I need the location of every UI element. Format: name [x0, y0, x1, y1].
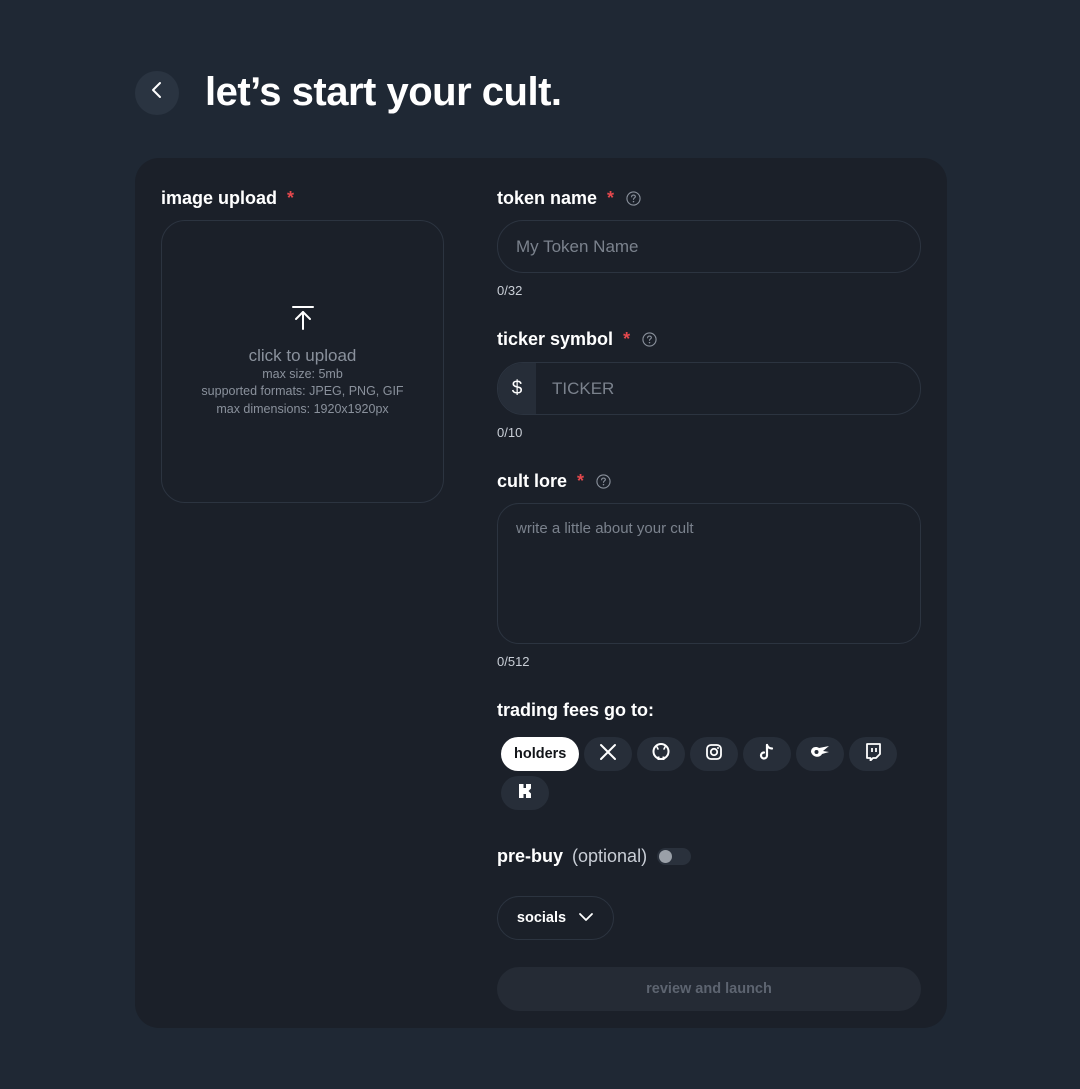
lore-section: cult lore *: [497, 471, 921, 492]
prebuy-label: pre-buy: [497, 846, 564, 866]
token-name-section: token name *: [497, 188, 921, 209]
fee-option-twitch[interactable]: [849, 737, 898, 771]
token-name-wrapper: [497, 220, 921, 273]
ticker-label: ticker symbol *: [497, 329, 921, 350]
fee-option-kick[interactable]: [501, 776, 549, 810]
header: let’s start your cult.: [135, 70, 562, 115]
image-upload-dropzone[interactable]: click to upload max size: 5mb supported …: [161, 220, 444, 503]
instagram-icon: [705, 743, 723, 766]
kick-icon: [517, 783, 533, 804]
prebuy-section: pre-buy (optional): [497, 846, 921, 867]
dollar-prefix: $: [498, 363, 536, 414]
lore-textarea[interactable]: [497, 503, 921, 644]
help-icon[interactable]: [596, 474, 611, 489]
chevron-left-icon: [150, 81, 164, 104]
ticker-section: ticker symbol *: [497, 329, 921, 350]
upload-main-text: click to upload: [248, 345, 357, 365]
fee-option-wings[interactable]: [796, 737, 845, 771]
socials-dropdown-button[interactable]: socials: [497, 896, 614, 940]
ticker-wrapper: $: [497, 362, 921, 415]
lore-counter: 0/512: [497, 654, 530, 669]
upload-dimensions: max dimensions: 1920x1920px: [216, 401, 389, 416]
required-mark: *: [577, 471, 585, 491]
image-upload-label: image upload *: [161, 188, 294, 209]
lore-label-text: cult lore: [497, 471, 568, 491]
help-icon[interactable]: [642, 332, 657, 347]
required-mark: *: [623, 329, 631, 349]
required-mark: *: [607, 188, 615, 208]
wings-icon: [809, 744, 831, 765]
ticker-input[interactable]: [536, 363, 920, 414]
toggle-knob: [659, 850, 673, 863]
launch-wrapper: review and launch: [497, 967, 921, 1011]
github-icon: [651, 742, 671, 767]
prebuy-row: pre-buy (optional): [497, 846, 921, 867]
page-title: let’s start your cult.: [205, 70, 562, 114]
tiktok-icon: [759, 743, 775, 766]
lore-label: cult lore *: [497, 471, 921, 492]
fees-section: trading fees go to:: [497, 700, 921, 721]
socials-label: socials: [516, 910, 567, 926]
fees-label: trading fees go to:: [497, 700, 654, 720]
upload-icon: [291, 305, 315, 336]
prebuy-optional: (optional): [572, 846, 648, 866]
fee-option-instagram[interactable]: [690, 737, 739, 771]
upload-max-size: max size: 5mb: [262, 366, 343, 381]
image-upload-label-text: image upload: [161, 188, 278, 208]
chevron-down-icon: [566, 910, 594, 926]
socials-wrapper: socials: [497, 896, 921, 940]
token-name-counter: 0/32: [497, 283, 523, 298]
fee-option-tiktok[interactable]: [743, 737, 792, 771]
ticker-field: $: [497, 362, 921, 415]
token-name-label-text: token name: [497, 188, 598, 208]
help-icon[interactable]: [626, 191, 641, 206]
back-button[interactable]: [135, 70, 179, 115]
fee-option-holders[interactable]: holders: [501, 737, 580, 771]
ticker-counter: 0/10: [497, 425, 523, 440]
fee-option-github[interactable]: [637, 737, 686, 771]
create-token-form: image upload * click to upload max size:…: [135, 158, 947, 1028]
fee-recipient-group: holders: [501, 737, 925, 810]
prebuy-toggle[interactable]: [657, 848, 692, 865]
lore-wrapper: [497, 503, 921, 649]
x-icon: [599, 743, 617, 766]
token-name-label: token name *: [497, 188, 921, 209]
ticker-label-text: ticker symbol: [497, 329, 614, 349]
upload-formats: supported formats: JPEG, PNG, GIF: [201, 384, 404, 399]
required-mark: *: [287, 188, 295, 208]
token-name-input[interactable]: [497, 220, 921, 273]
review-and-launch-button[interactable]: review and launch: [497, 967, 921, 1011]
page: let’s start your cult. image upload * cl…: [0, 0, 1080, 1089]
fees-options: holders: [501, 737, 925, 810]
fee-option-x[interactable]: [584, 737, 633, 771]
twitch-icon: [865, 742, 882, 766]
